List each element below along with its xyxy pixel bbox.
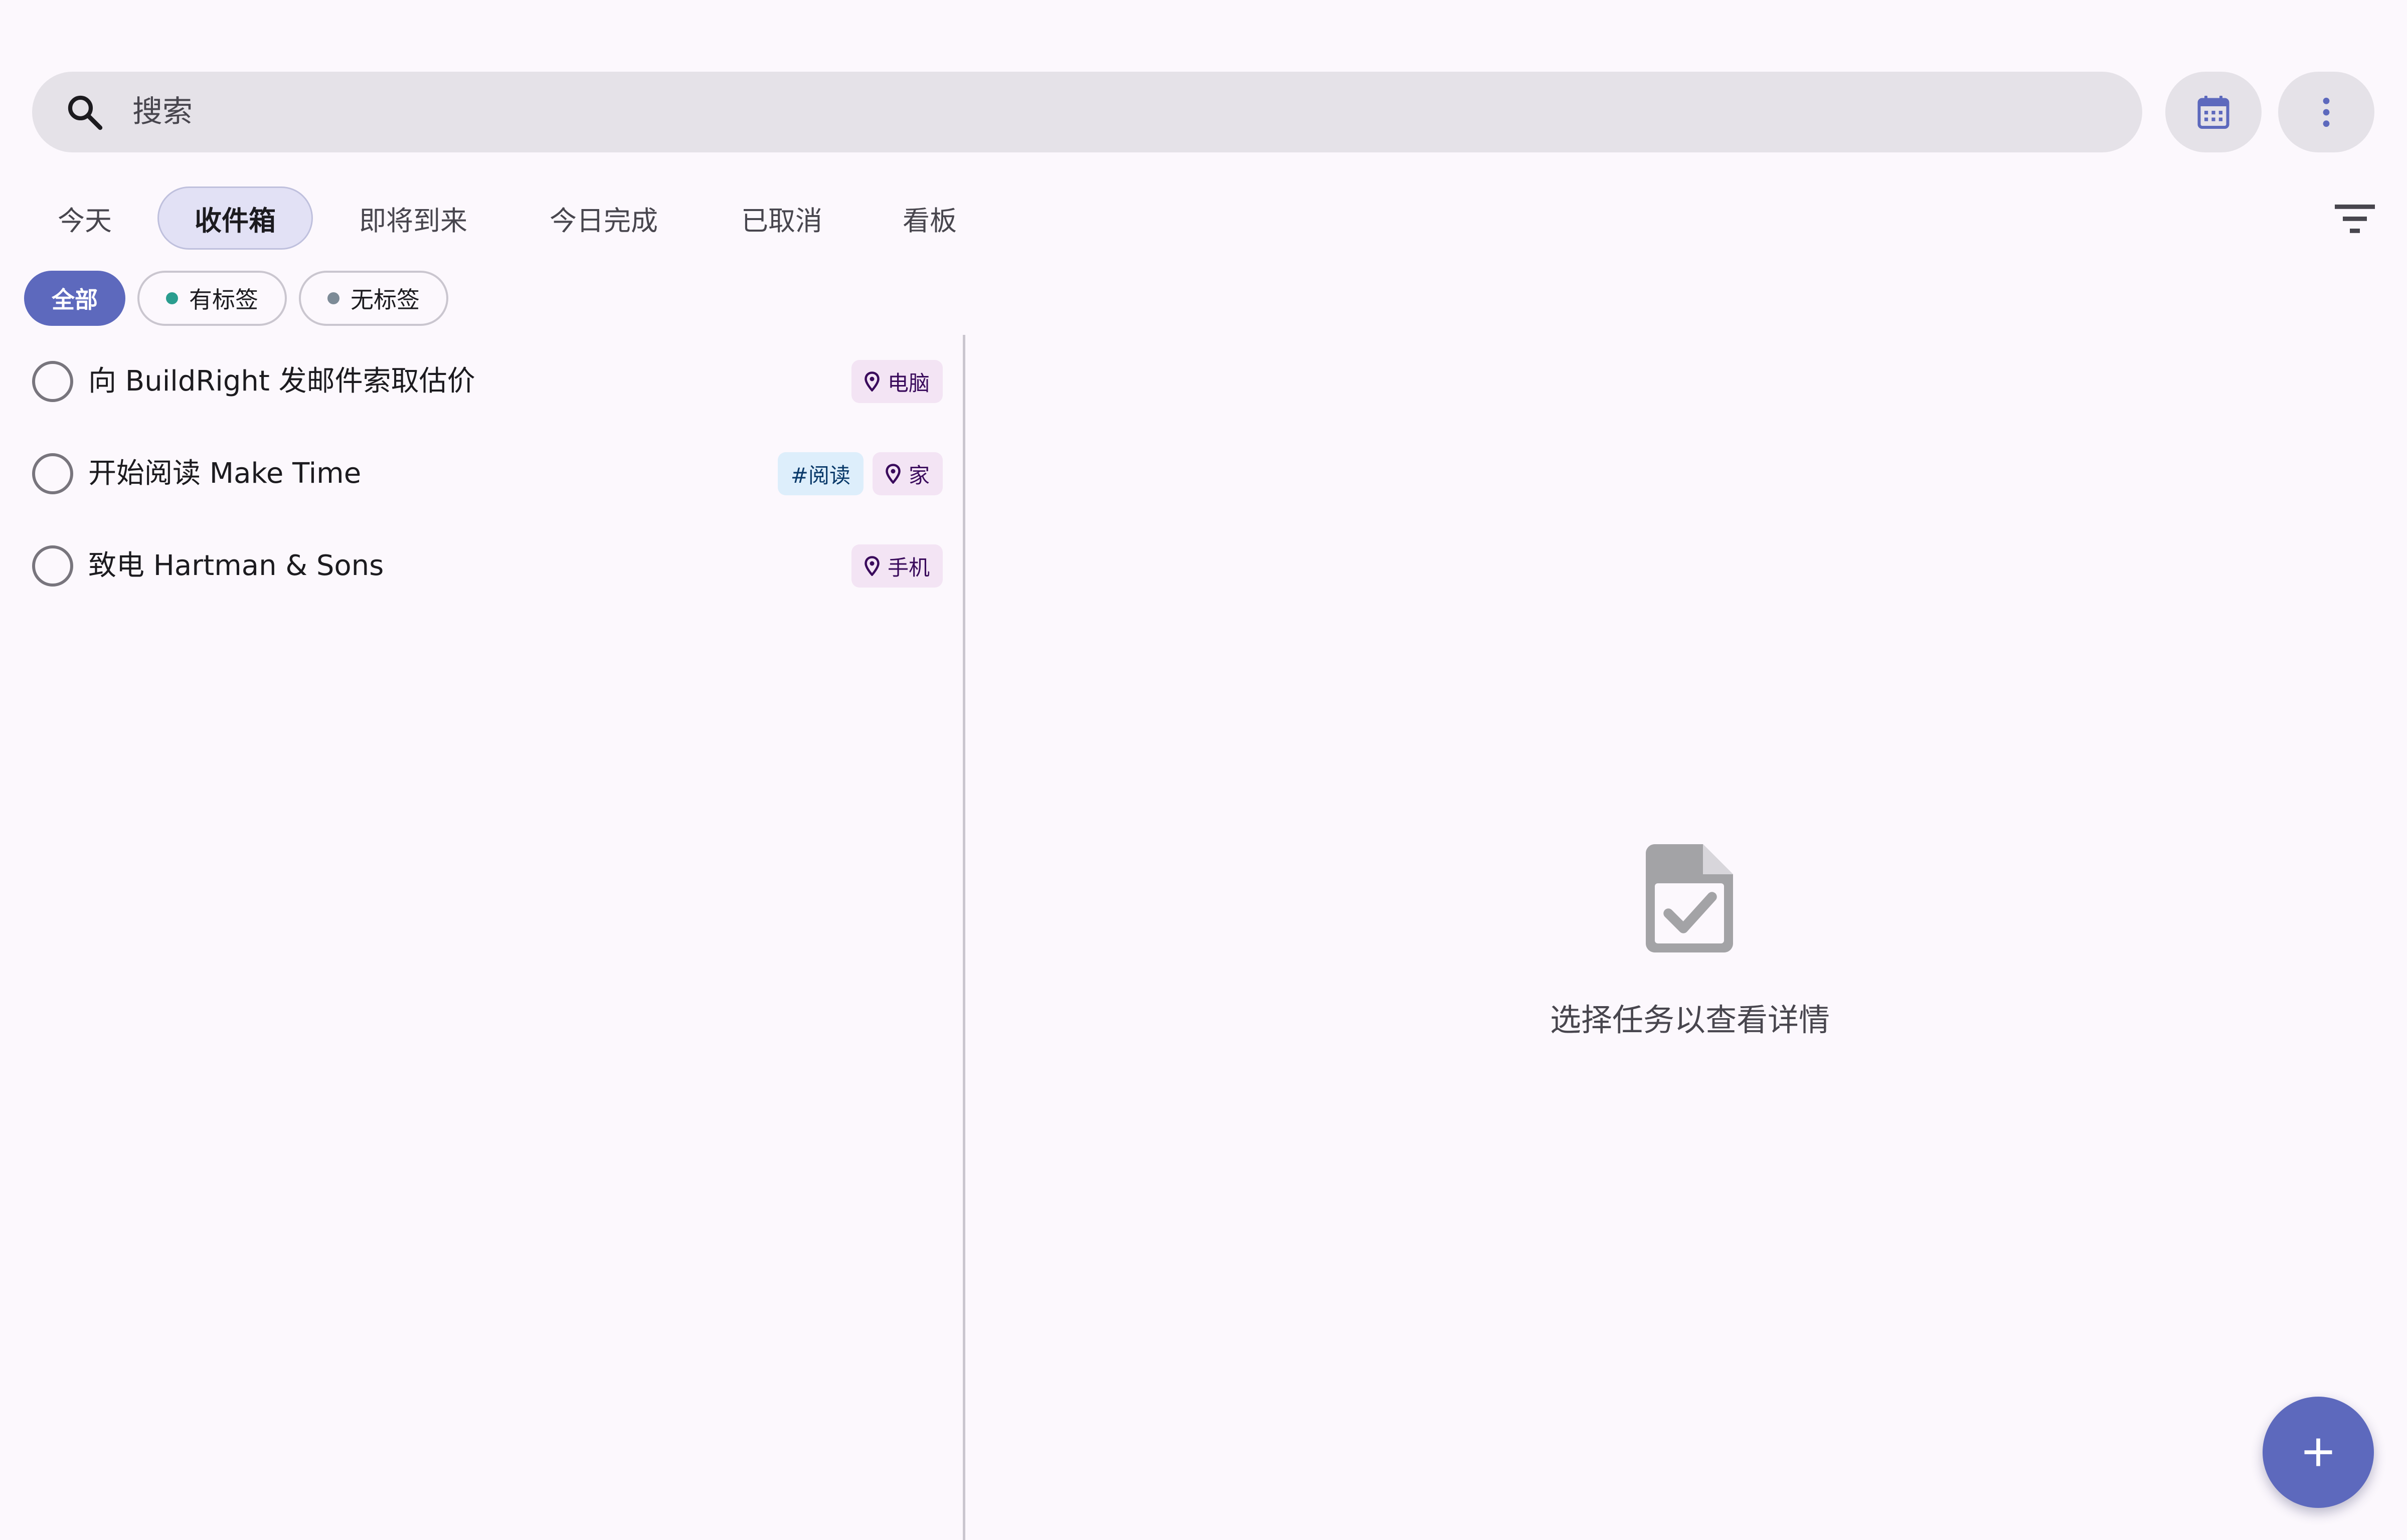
calendar-button[interactable] bbox=[2165, 72, 2262, 152]
task-tags: #阅读 家 bbox=[777, 452, 943, 495]
chip-tagged[interactable]: 有标签 bbox=[137, 271, 287, 326]
tab-completed-today[interactable]: 今日完成 bbox=[534, 186, 674, 250]
tab-board[interactable]: 看板 bbox=[885, 186, 975, 250]
more-options-button[interactable] bbox=[2278, 72, 2374, 152]
tag-label: 电脑 bbox=[887, 370, 930, 396]
status-dot bbox=[166, 292, 178, 304]
add-task-button[interactable] bbox=[2263, 1397, 2374, 1508]
task-tags: 手机 bbox=[851, 544, 943, 588]
context-tag[interactable]: 家 bbox=[872, 452, 943, 495]
task-title: 致电 Hartman & Sons bbox=[88, 549, 384, 582]
chip-label: 有标签 bbox=[189, 286, 258, 313]
app-window: 今天 收件箱 即将到来 今日完成 已取消 看板 全部 有标签 无标签 向 Bui… bbox=[0, 0, 2407, 1540]
task-row[interactable]: 致电 Hartman & Sons 手机 bbox=[20, 525, 943, 606]
task-checkbox[interactable] bbox=[32, 361, 73, 402]
location-pin-icon bbox=[886, 464, 901, 484]
filter-icon[interactable] bbox=[2335, 203, 2375, 235]
task-row[interactable]: 开始阅读 Make Time #阅读 家 bbox=[20, 433, 943, 513]
location-pin-icon bbox=[865, 371, 880, 392]
task-tags: 电脑 bbox=[851, 360, 943, 403]
context-tag[interactable]: 电脑 bbox=[851, 360, 943, 403]
document-check-icon bbox=[1646, 844, 1733, 952]
search-icon bbox=[68, 95, 103, 130]
empty-state-text: 选择任务以查看详情 bbox=[1550, 1002, 1830, 1038]
calendar-icon bbox=[2197, 95, 2229, 129]
tab-inbox[interactable]: 收件箱 bbox=[157, 186, 313, 250]
chip-untagged[interactable]: 无标签 bbox=[299, 271, 448, 326]
chip-label: 全部 bbox=[52, 286, 98, 313]
search-input[interactable] bbox=[132, 87, 2088, 137]
tag-label: 家 bbox=[908, 463, 930, 488]
task-checkbox[interactable] bbox=[32, 453, 73, 494]
tag-label: #阅读 bbox=[790, 463, 850, 488]
chip-label: 无标签 bbox=[351, 286, 420, 313]
tab-cancelled[interactable]: 已取消 bbox=[724, 186, 839, 250]
tab-upcoming[interactable]: 即将到来 bbox=[343, 186, 483, 250]
task-title: 向 BuildRight 发邮件索取估价 bbox=[88, 365, 475, 398]
more-vert-icon bbox=[2323, 97, 2330, 127]
task-checkbox[interactable] bbox=[32, 545, 73, 587]
location-pin-icon bbox=[865, 556, 880, 576]
task-title: 开始阅读 Make Time bbox=[88, 457, 362, 490]
context-tag[interactable]: 手机 bbox=[851, 544, 943, 588]
pane-divider[interactable] bbox=[963, 335, 965, 1540]
chip-all[interactable]: 全部 bbox=[24, 271, 125, 326]
hashtag-tag[interactable]: #阅读 bbox=[777, 452, 864, 495]
status-dot bbox=[327, 292, 339, 304]
tag-label: 手机 bbox=[887, 555, 930, 580]
task-row[interactable]: 向 BuildRight 发邮件索取估价 电脑 bbox=[20, 341, 943, 421]
plus-icon bbox=[2304, 1438, 2332, 1466]
search-bar[interactable] bbox=[32, 72, 2142, 152]
tab-today[interactable]: 今天 bbox=[42, 186, 127, 250]
